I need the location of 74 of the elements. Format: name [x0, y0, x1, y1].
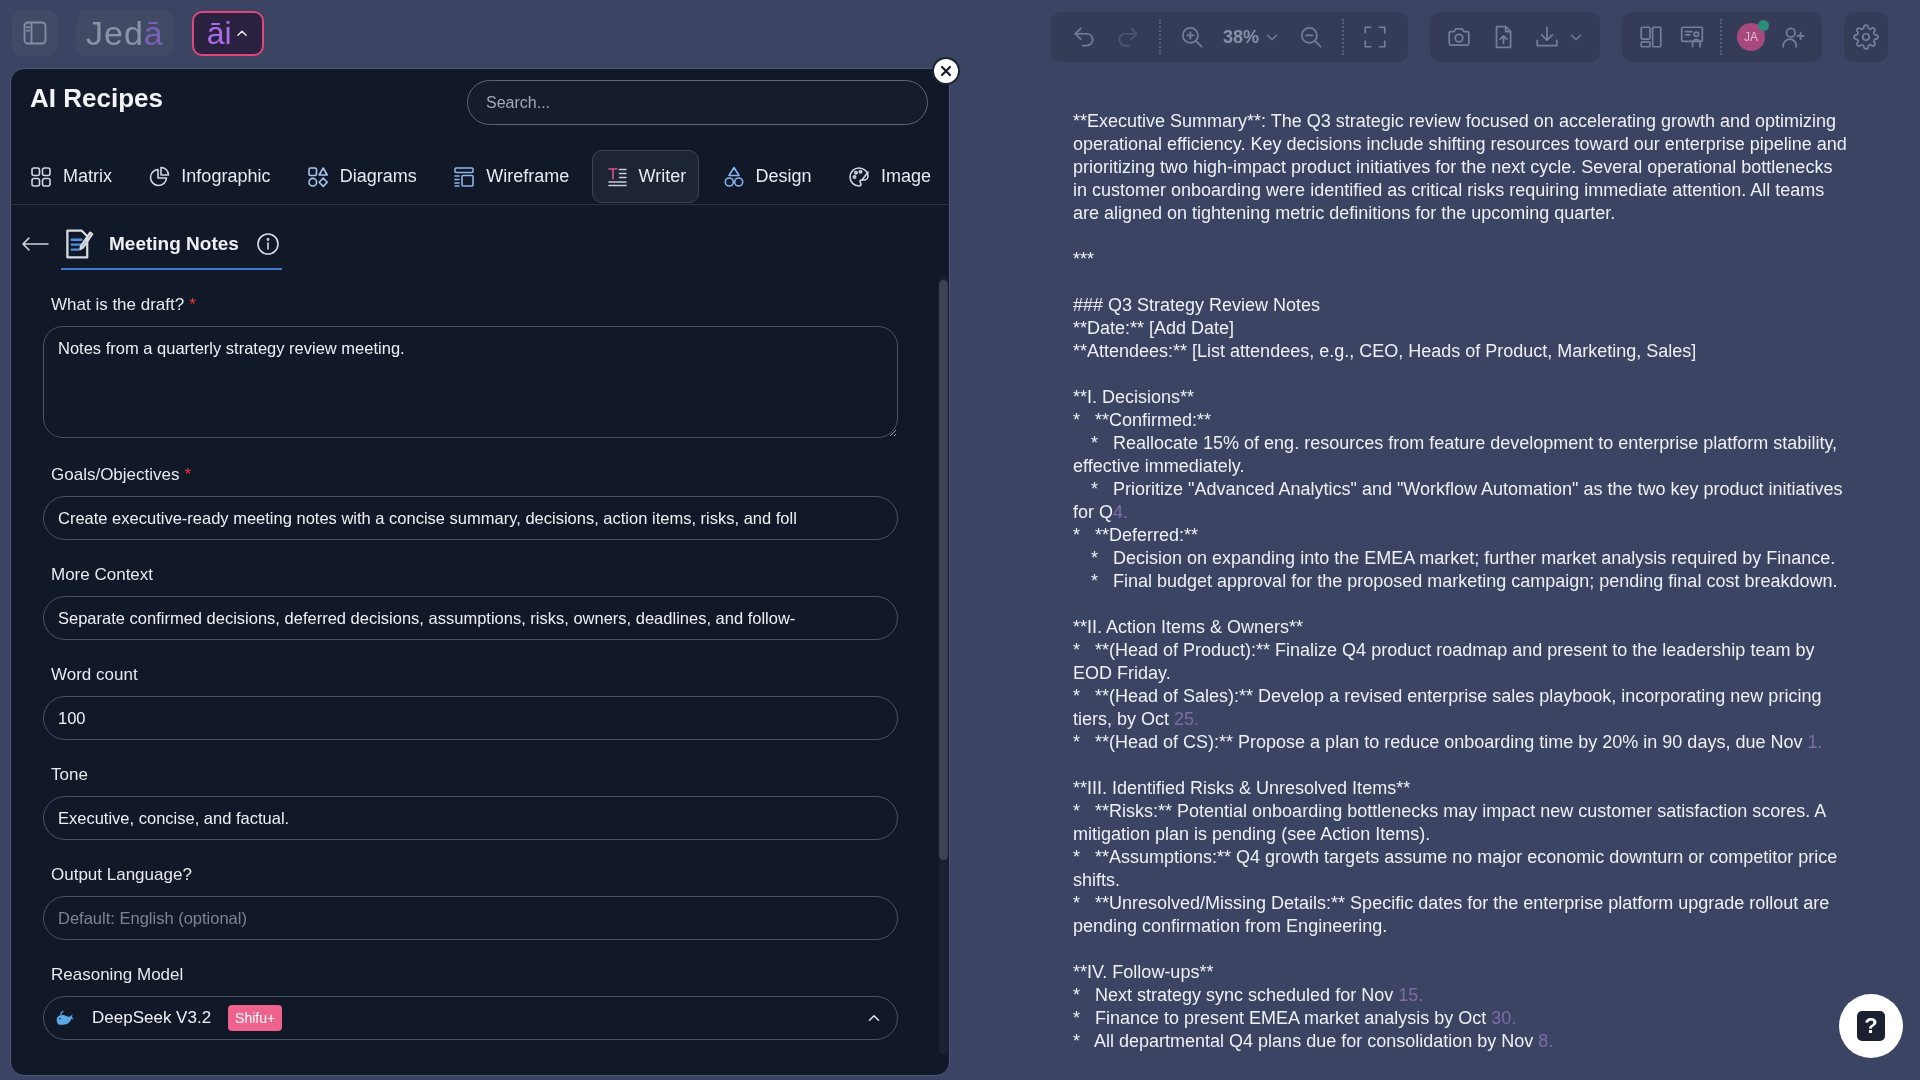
text-line: * **Risks:** Potential onboarding bottlenecks may impact new customer satisfaction scores. A mitigation plan is pending (see Action Items). — [1073, 800, 1827, 846]
input-field[interactable]: Separate confirmed decisions, deferred decisions, assumptions, risks, owners, deadlines, and follow- — [43, 596, 898, 640]
text-line: * **Deferred:** — [1073, 524, 1199, 547]
text-line: **I. Decisions** — [1073, 386, 1195, 409]
text-line: *** — [1073, 248, 1094, 271]
field-label: Tone — [51, 764, 88, 786]
text-line: **Date:** [Add Date] — [1073, 317, 1235, 340]
plan-badge: Shifu+ — [228, 1005, 283, 1031]
tab[interactable]: Infographic — [134, 150, 284, 203]
text-line: **III. Identified Risks & Unresolved Items** — [1073, 777, 1411, 800]
text-line: **Attendees:** [List attendees, e.g., CEO, Heads of Product, Marketing, Sales] — [1073, 340, 1697, 363]
recipe-header[interactable]: Meeting Notes — [61, 227, 282, 270]
sidebar-icon — [21, 19, 49, 47]
layout-icon[interactable] — [1638, 24, 1664, 50]
ai-menu-button[interactable]: āi — [191, 10, 264, 56]
shapes-icon — [305, 164, 330, 189]
dropdown-field[interactable]: DeepSeek V3.2 Shifu+ — [43, 996, 898, 1040]
input-field[interactable]: Executive, concise, and factual. — [43, 796, 898, 840]
close-icon — [938, 63, 954, 79]
tab[interactable]: Wireframe — [439, 150, 583, 203]
text-line: * **Assumptions:** Q4 growth targets assume no major economic downturn or competitor price shifts. — [1073, 846, 1839, 892]
input-field[interactable]: 100 — [43, 696, 898, 740]
panel-title: AI Recipes — [30, 83, 163, 114]
back-arrow-icon[interactable] — [21, 234, 49, 254]
pie-chart-icon — [147, 164, 172, 189]
text-line: * Reallocate 15% of eng. resources from feature development to enterprise platform stability, effective immediately. — [1073, 432, 1839, 478]
palette-icon — [846, 164, 871, 189]
close-button[interactable] — [932, 57, 960, 85]
input-field[interactable]: Default: English (optional) — [43, 896, 898, 940]
input-field[interactable]: Create executive-ready meeting notes with a concise summary, decisions, action items, risks, and foll — [43, 496, 898, 540]
field-label: More Context — [51, 564, 154, 586]
tab[interactable]: Design — [708, 150, 825, 203]
text-line: * Decision on expanding into the EMEA market; further market analysis required by Finance. — [1090, 547, 1836, 570]
tab[interactable]: Writer — [591, 150, 700, 203]
info-icon[interactable] — [255, 232, 280, 256]
text-line: **Executive Summary**: The Q3 strategic review focused on accelerating growth and optimizing operational efficiency. Key decisions include shifting resources toward our enterprise pipeline and prioritizing two high-impact product initiatives for the next cycle. Several operational bottlenecks in customer onboarding were identified as critical risks requiring immediate attention. All teams are aligned on tightening metric definitions for the upcoming quarter. — [1073, 110, 1848, 225]
zoom-out-icon[interactable] — [1298, 24, 1324, 50]
text-line: * **(Head of Product):** Finalize Q4 product roadmap and present to the leadership team by EOD Friday. — [1073, 639, 1816, 685]
fullscreen-icon[interactable] — [1362, 24, 1388, 50]
sidebar-toggle-button[interactable] — [12, 10, 58, 56]
field-label: Word count — [51, 664, 138, 686]
scrollbar[interactable] — [939, 276, 948, 1055]
textarea-field[interactable]: Notes from a quarterly strategy review meeting. — [43, 326, 898, 438]
text-line: * Prioritize "Advanced Analytics" and "Workflow Automation" as the two key product initiatives for Q4. — [1073, 478, 1844, 524]
text-line: * **Unresolved/Missing Details:** Specific dates for the enterprise platform upgrade rollout are pending confirmation from Engineering. — [1073, 892, 1831, 938]
download-icon[interactable] — [1534, 24, 1560, 50]
field-label: Output Language? — [51, 864, 192, 886]
field-label: Goals/Objectives * — [51, 464, 192, 486]
grid-icon — [29, 164, 53, 189]
recipe-title: Meeting Notes — [109, 233, 239, 255]
search-field[interactable]: Search... — [467, 80, 928, 125]
tab[interactable]: Matrix — [16, 150, 125, 203]
whale-icon — [55, 1008, 75, 1028]
logo: Jedā — [76, 10, 174, 56]
field-label: Reasoning Model — [51, 964, 184, 986]
text-line: * **Confirmed:** — [1073, 409, 1212, 432]
text-line: * Final budget approval for the proposed marketing campaign; pending final cost breakdown. — [1090, 570, 1838, 593]
layout-icon — [452, 164, 477, 189]
tab[interactable]: Image — [833, 150, 944, 203]
text-line: * All departmental Q4 plans due for consolidation by Nov 8. — [1073, 1030, 1554, 1053]
text-line: * **(Head of CS):** Propose a plan to reduce onboarding time by 20% in 90 days, due Nov 1. — [1073, 731, 1823, 754]
text-line: **IV. Follow-ups** — [1073, 961, 1214, 984]
presentation-icon[interactable] — [1679, 24, 1705, 50]
text-line: * **(Head of Sales):** Develop a revised enterprise sales playbook, incorporating new pricing tiers, by Oct 25. — [1073, 685, 1823, 731]
text-line: * Next strategy sync scheduled for Nov 15. — [1073, 984, 1424, 1007]
text-line: **II. Action Items & Owners** — [1073, 616, 1304, 639]
help-button[interactable]: ? — [1839, 994, 1903, 1058]
settings-icon[interactable] — [1853, 24, 1879, 50]
text-line: ### Q3 Strategy Review Notes — [1073, 294, 1321, 317]
text-line: * Finance to present EMEA market analysis by Oct 30. — [1073, 1007, 1517, 1030]
tab[interactable]: Diagrams — [292, 150, 430, 203]
field-label: What is the draft? * — [51, 294, 196, 316]
scrollbar-thumb[interactable] — [939, 280, 948, 860]
zoom-dropdown[interactable]: 38% — [1222, 26, 1280, 48]
